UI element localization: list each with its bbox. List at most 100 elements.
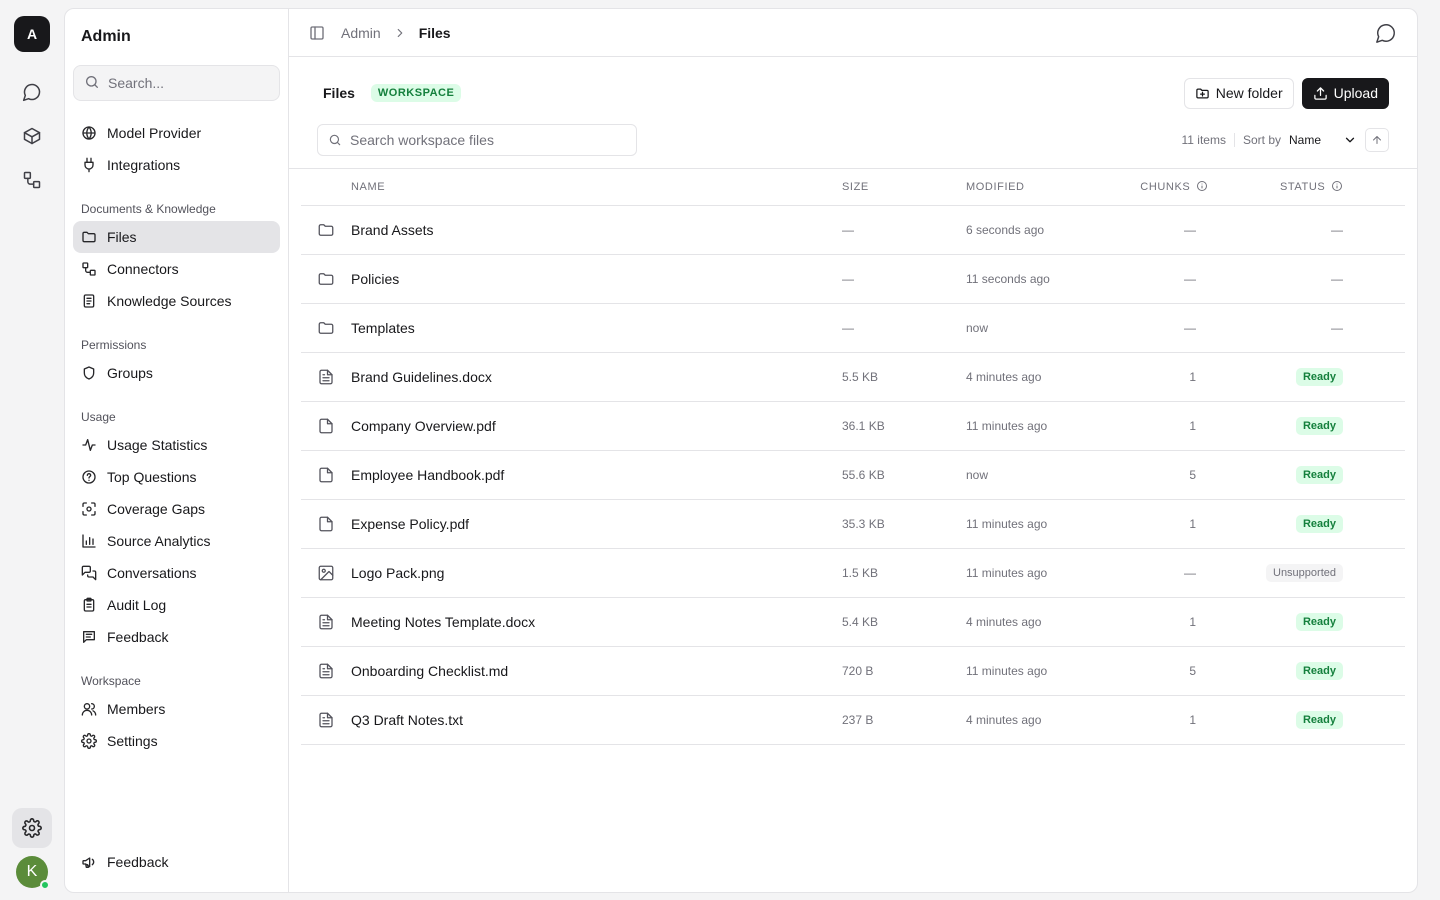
file-name[interactable]: Templates <box>351 303 842 353</box>
sidebar-item-source-analytics[interactable]: Source Analytics <box>73 525 280 557</box>
workspace-logo[interactable]: A <box>14 16 50 52</box>
new-folder-label: New folder <box>1215 85 1283 101</box>
nav-heading: Documents & Knowledge <box>81 202 216 216</box>
files-table-wrap: NAME SIZE MODIFIED CHUNKS STATUS Brand A… <box>289 168 1417 745</box>
breadcrumb-admin[interactable]: Admin <box>341 25 381 41</box>
sidebar-search-input[interactable] <box>108 75 269 91</box>
row-icon-cell <box>301 450 351 500</box>
nav-group-permissions: Permissions Groups <box>73 333 280 389</box>
document-icon <box>317 662 351 680</box>
table-row[interactable]: Brand Guidelines.docx 5.5 KB 4 minutes a… <box>301 352 1405 402</box>
header-icon-spacer <box>301 169 351 206</box>
nav-group-workspace: Workspace Members Settings <box>73 669 280 757</box>
table-row[interactable]: Brand Assets — 6 seconds ago — — <box>301 205 1405 255</box>
file-name[interactable]: Policies <box>351 254 842 304</box>
cube-icon[interactable] <box>14 118 50 154</box>
assistant-chat-icon[interactable] <box>1375 22 1397 44</box>
sidebar-toggle-icon[interactable] <box>309 25 325 41</box>
file-search-input[interactable] <box>350 132 626 148</box>
activity-icon <box>82 439 96 451</box>
header-chunks-label: CHUNKS <box>1140 181 1191 194</box>
table-row[interactable]: Onboarding Checklist.md 720 B 11 minutes… <box>301 646 1405 696</box>
file-name[interactable]: Company Overview.pdf <box>351 401 842 451</box>
file-name[interactable]: Q3 Draft Notes.txt <box>351 695 842 745</box>
file-icon <box>317 515 351 533</box>
sort-direction-button[interactable] <box>1365 128 1389 152</box>
chevron-right-icon <box>393 26 407 40</box>
table-row[interactable]: Employee Handbook.pdf 55.6 KB now 5 Read… <box>301 450 1405 500</box>
header-chunks[interactable]: CHUNKS <box>1116 169 1244 206</box>
sidebar-item-label: Usage Statistics <box>107 437 208 453</box>
file-name[interactable]: Brand Guidelines.docx <box>351 352 842 402</box>
sidebar-feedback-button[interactable]: Feedback <box>73 846 280 878</box>
clipboard-icon <box>83 597 95 612</box>
file-name[interactable]: Employee Handbook.pdf <box>351 450 842 500</box>
file-modified: 11 minutes ago <box>966 548 1116 598</box>
sidebar-item-conversations[interactable]: Conversations <box>73 557 280 589</box>
info-icon[interactable] <box>1196 180 1208 192</box>
table-row[interactable]: Expense Policy.pdf 35.3 KB 11 minutes ag… <box>301 499 1405 549</box>
megaphone-icon <box>82 857 95 868</box>
file-name[interactable]: Meeting Notes Template.docx <box>351 597 842 647</box>
main-card: Admin Model Provider Integrations Docume… <box>64 8 1418 893</box>
connectors-icon[interactable] <box>14 162 50 198</box>
image-icon <box>317 564 351 582</box>
chat-icon[interactable] <box>14 74 50 110</box>
header-modified[interactable]: MODIFIED <box>966 169 1116 206</box>
row-icon-cell <box>301 352 351 402</box>
table-row[interactable]: Meeting Notes Template.docx 5.4 KB 4 min… <box>301 597 1405 647</box>
file-name[interactable]: Expense Policy.pdf <box>351 499 842 549</box>
sidebar-item-feedback[interactable]: Feedback <box>73 621 280 653</box>
header-size[interactable]: SIZE <box>842 169 966 206</box>
plug-icon <box>84 157 94 173</box>
file-search[interactable] <box>317 124 637 156</box>
sort-select[interactable]: Name <box>1289 133 1357 147</box>
new-folder-button[interactable]: New folder <box>1183 77 1294 109</box>
table-row[interactable]: Policies — 11 seconds ago — — <box>301 254 1405 304</box>
sidebar-item-integrations[interactable]: Integrations <box>73 149 280 181</box>
sidebar-item-top-questions[interactable]: Top Questions <box>73 461 280 493</box>
file-modified: 11 seconds ago <box>966 254 1116 304</box>
page-title: Files <box>323 85 355 101</box>
sidebar-item-files[interactable]: Files <box>73 221 280 253</box>
sidebar-item-usage-statistics[interactable]: Usage Statistics <box>73 429 280 461</box>
table-row[interactable]: Templates — now — — <box>301 303 1405 353</box>
file-status-cell: Ready <box>1244 695 1405 745</box>
status-value: — <box>1331 222 1343 237</box>
avatar-initial: K <box>26 863 38 880</box>
sidebar-item-coverage-gaps[interactable]: Coverage Gaps <box>73 493 280 525</box>
sidebar-item-audit-log[interactable]: Audit Log <box>73 589 280 621</box>
sidebar-search[interactable] <box>73 65 280 101</box>
sidebar-item-knowledge-sources[interactable]: Knowledge Sources <box>73 285 280 317</box>
file-name[interactable]: Logo Pack.png <box>351 548 842 598</box>
files-content: Admin Files Files WORKSPACE New folder U… <box>289 9 1417 892</box>
arrow-up-icon <box>1373 136 1381 144</box>
book-icon <box>83 294 95 308</box>
sidebar-item-settings[interactable]: Settings <box>73 725 280 757</box>
avatar[interactable]: K <box>16 856 50 890</box>
sidebar-item-members[interactable]: Members <box>73 693 280 725</box>
sidebar-item-connectors[interactable]: Connectors <box>73 253 280 285</box>
header-name[interactable]: NAME <box>351 169 842 206</box>
sidebar-item-model-provider[interactable]: Model Provider <box>73 117 280 149</box>
info-icon[interactable] <box>1331 180 1343 192</box>
upload-button[interactable]: Upload <box>1301 77 1389 109</box>
sidebar-title: Admin <box>81 28 131 45</box>
nav-group-documents: Documents & Knowledge Files Connectors K… <box>73 197 280 317</box>
file-modified: 4 minutes ago <box>966 352 1116 402</box>
file-chunks: 1 <box>1116 352 1244 402</box>
file-chunks: 1 <box>1116 695 1244 745</box>
header-status[interactable]: STATUS <box>1244 169 1405 206</box>
status-badge: Ready <box>1295 367 1343 386</box>
divider <box>1233 133 1235 147</box>
file-name[interactable]: Onboarding Checklist.md <box>351 646 842 696</box>
file-modified: 11 minutes ago <box>966 499 1116 549</box>
sidebar-item-groups[interactable]: Groups <box>73 357 280 389</box>
table-row[interactable]: Company Overview.pdf 36.1 KB 11 minutes … <box>301 401 1405 451</box>
table-header-row: NAME SIZE MODIFIED CHUNKS STATUS <box>301 169 1405 206</box>
table-row[interactable]: Q3 Draft Notes.txt 237 B 4 minutes ago 1… <box>301 695 1405 745</box>
table-row[interactable]: Logo Pack.png 1.5 KB 11 minutes ago — Un… <box>301 548 1405 598</box>
file-name[interactable]: Brand Assets <box>351 205 842 255</box>
status-badge: Ready <box>1295 416 1343 435</box>
gear-icon[interactable] <box>12 808 52 848</box>
